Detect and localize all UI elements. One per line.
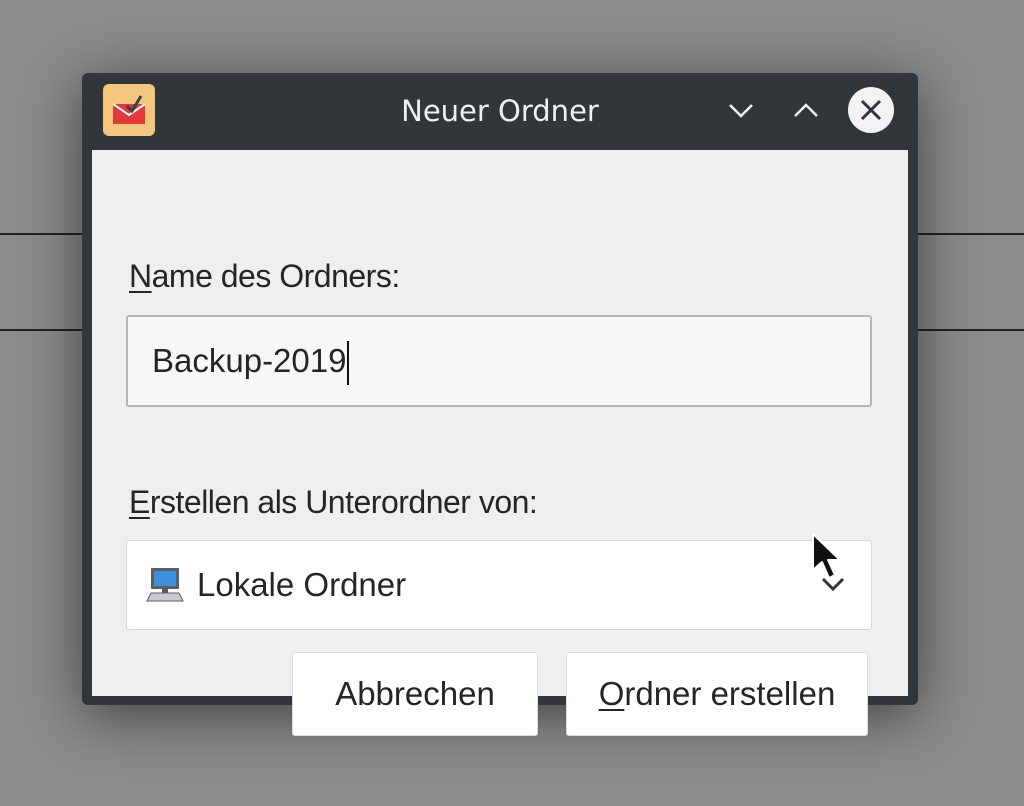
folder-name-input[interactable]: Backup-2019	[126, 315, 872, 407]
label-text: rstellen als Unterordner von:	[149, 484, 538, 520]
mouse-pointer-icon	[812, 533, 841, 579]
create-folder-button[interactable]: Ordner erstellen	[566, 652, 868, 736]
minimize-button[interactable]	[716, 85, 766, 135]
label-text: ame des Ordners:	[151, 258, 401, 294]
input-text: Backup-2019	[152, 342, 347, 379]
new-folder-dialog: Neuer Ordner Name des Ordners: Backup-20…	[82, 73, 918, 736]
computer-icon	[146, 568, 184, 602]
dialog-content: Name des Ordners: Backup-2019 Erstellen …	[92, 150, 908, 736]
mnemonic: E	[129, 484, 150, 520]
mnemonic: O	[598, 675, 625, 712]
parent-folder-label: Erstellen als Unterordner von:	[129, 484, 538, 521]
parent-folder-select[interactable]: Lokale Ordner	[126, 540, 872, 630]
folder-name-label: Name des Ordners:	[129, 258, 400, 295]
button-text: rdner erstellen	[624, 675, 836, 712]
folder-name-value: Backup-2019	[152, 317, 350, 405]
title-bar[interactable]: Neuer Ordner	[82, 73, 918, 149]
cancel-button[interactable]: Abbrechen	[292, 652, 538, 736]
chevron-down-icon	[729, 104, 753, 118]
mnemonic: N	[129, 258, 152, 294]
close-button[interactable]	[847, 86, 895, 134]
text-caret	[347, 341, 350, 386]
parent-folder-value: Lokale Ordner	[197, 566, 407, 603]
close-icon	[848, 87, 894, 133]
chevron-up-icon	[794, 103, 818, 117]
maximize-button[interactable]	[781, 85, 831, 135]
